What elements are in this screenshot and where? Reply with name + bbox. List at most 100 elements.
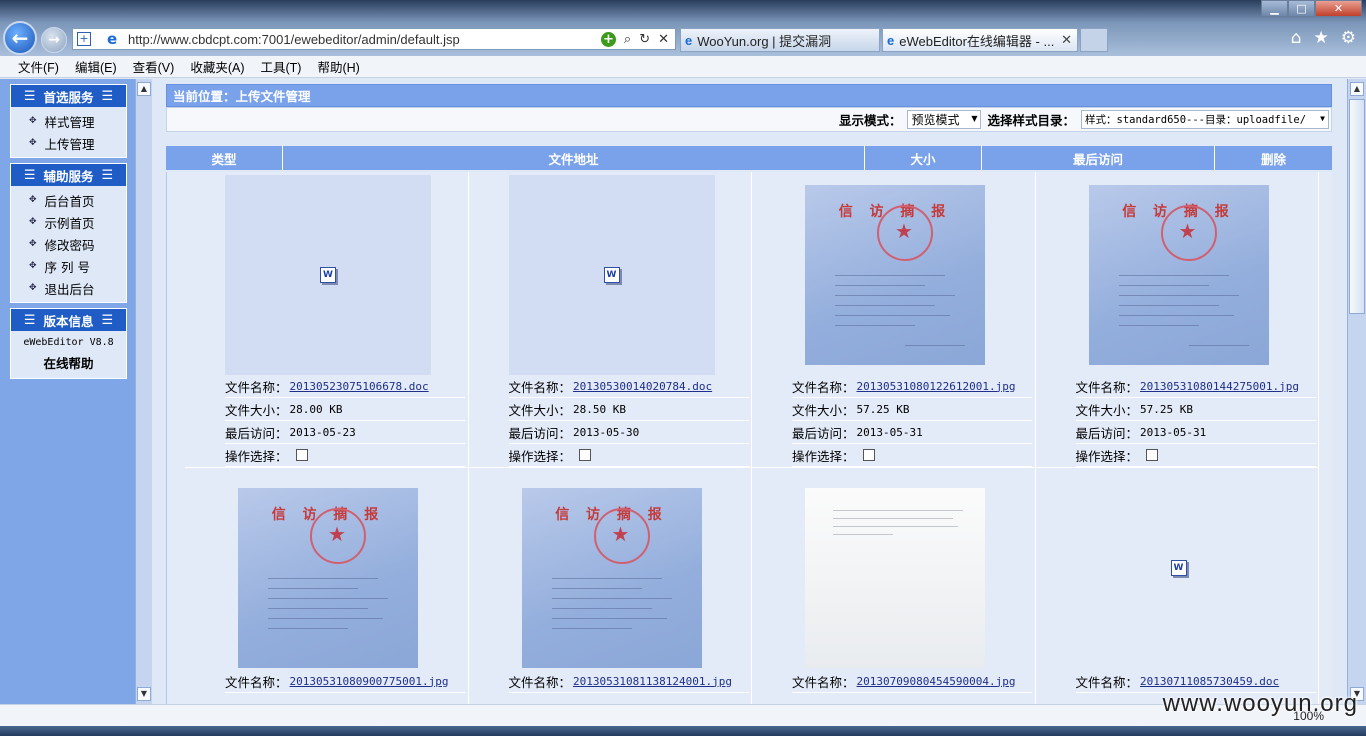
sidebar-item-style-manage[interactable]: ✥ 样式管理: [11, 110, 126, 132]
word-doc-icon: W: [1170, 560, 1187, 576]
scroll-up-arrow-icon[interactable]: ▲: [1350, 82, 1364, 96]
file-size-value: 28.00 KB: [289, 402, 343, 416]
file-name-link[interactable]: 20130523075106678.doc: [290, 380, 429, 393]
file-name-link[interactable]: 20130711085730459.doc: [1140, 675, 1279, 688]
close-window-button[interactable]: ✕: [1315, 0, 1362, 17]
file-size-label: 文件大小：: [225, 402, 288, 418]
sidebar-item-upload-manage[interactable]: ✥ 上传管理: [11, 132, 126, 154]
sidebar-item-admin-home[interactable]: ✥ 后台首页: [11, 189, 126, 211]
page-icon: +: [77, 32, 91, 46]
word-doc-icon: W: [320, 267, 336, 283]
operation-label: 操作选择：: [225, 448, 288, 464]
select-checkbox[interactable]: [862, 449, 875, 461]
file-name-link[interactable]: 20130531080144275001.jpg: [1140, 380, 1299, 393]
select-checkbox[interactable]: [579, 449, 592, 461]
ie-icon: e: [887, 32, 895, 48]
tab-ewebeditor[interactable]: e eWebEditor在线编辑器 - ... ✕: [882, 28, 1078, 52]
menu-favorites[interactable]: 收藏夹(A): [190, 57, 244, 76]
scroll-down-arrow-icon[interactable]: ▼: [137, 687, 151, 701]
file-preview[interactable]: 信 访 摘 报: [1076, 175, 1282, 375]
menu-tools[interactable]: 工具(T): [260, 57, 301, 76]
file-name-link[interactable]: 20130531080900775001.jpg: [290, 675, 449, 688]
file-preview[interactable]: 信 访 摘 报: [509, 478, 715, 678]
menu-file[interactable]: 文件(F): [18, 57, 59, 76]
image-thumbnail: 信 访 摘 报: [521, 488, 702, 668]
menu-header-label: 首选服务: [43, 89, 94, 105]
style-dir-select[interactable]: 样式：standard650---目录：uploadfile/ ▼: [1081, 110, 1329, 129]
left-nav-frame: ☰ 首选服务 ☰ ✥ 样式管理 ✥ 上传管理 ☰ 辅助服务 ☰ ✥ 后台首页 ✥ 示例首…: [0, 79, 152, 704]
back-button[interactable]: ←: [3, 21, 37, 55]
column-size[interactable]: 大小: [865, 146, 982, 170]
display-mode-select[interactable]: 预览模式 ▼: [907, 110, 982, 129]
menu-header-version[interactable]: ☰ 版本信息 ☰: [11, 309, 126, 331]
sidebar-item-serial[interactable]: ✥ 序 列 号: [11, 255, 126, 277]
last-access-value: 2013-05-30: [573, 425, 640, 439]
menu-edit[interactable]: 编辑(E): [75, 57, 117, 76]
bullet-icon: ✥: [29, 217, 37, 227]
forward-button[interactable]: →: [41, 27, 67, 53]
stamp-icon: [593, 508, 650, 564]
close-tab-icon[interactable]: ✕: [1061, 32, 1072, 48]
file-name-label: 文件名称：: [1075, 674, 1139, 690]
sidebar-item-change-password[interactable]: ✥ 修改密码: [11, 233, 126, 255]
file-size-value: 57.25 KB: [1140, 402, 1193, 416]
image-thumbnail: 信 访 摘 报: [805, 185, 985, 365]
column-path[interactable]: 文件地址: [283, 146, 865, 170]
select-checkbox[interactable]: [1146, 449, 1159, 461]
scroll-up-arrow-icon[interactable]: ▲: [137, 82, 151, 96]
favorites-star-icon[interactable]: ★: [1314, 28, 1329, 48]
stamp-icon: [1160, 205, 1217, 261]
browser-menubar: 文件(F) 编辑(E) 查看(V) 收藏夹(A) 工具(T) 帮助(H): [0, 56, 1366, 78]
tab-wooyun[interactable]: e WooYun.org | 提交漏洞: [680, 28, 880, 52]
location-bar: 当前位置：上传文件管理: [166, 84, 1332, 107]
left-frame-scrollbar[interactable]: ▲ ▼: [135, 79, 152, 704]
file-name-link[interactable]: 20130530014020784.doc: [573, 380, 712, 393]
bullet-icon: ✥: [29, 195, 37, 205]
file-preview[interactable]: W: [1075, 468, 1282, 668]
minimize-button[interactable]: ▁: [1261, 0, 1288, 17]
tools-gear-icon[interactable]: ⚙: [1341, 28, 1356, 48]
file-preview[interactable]: [792, 478, 998, 678]
sidebar-item-label: 修改密码: [44, 237, 95, 253]
last-access-label: 最后访问：: [508, 425, 572, 441]
menu-header-preferred[interactable]: ☰ 首选服务 ☰: [11, 85, 126, 107]
online-help-link[interactable]: 在线帮助: [11, 348, 126, 378]
scrollbar-thumb[interactable]: [1349, 99, 1365, 314]
file-preview[interactable]: W: [225, 175, 431, 375]
compatibility-icon[interactable]: +: [600, 31, 616, 47]
image-thumbnail: 信 访 摘 报: [1088, 185, 1269, 365]
select-checkbox[interactable]: [295, 449, 308, 461]
search-icon[interactable]: ⌕: [624, 32, 631, 47]
display-mode-value: 预览模式: [911, 113, 960, 127]
home-icon[interactable]: ⌂: [1291, 28, 1302, 48]
style-dir-value: 样式：standard650---目录：uploadfile/: [1085, 114, 1307, 126]
os-taskbar: [0, 726, 1366, 736]
maximize-button[interactable]: □: [1288, 0, 1315, 17]
file-preview[interactable]: 信 访 摘 报: [225, 478, 431, 678]
bullet-icon: ✥: [29, 283, 37, 293]
column-type[interactable]: 类型: [166, 146, 283, 170]
file-size-label: 文件大小：: [1075, 402, 1139, 418]
sidebar-item-demo-home[interactable]: ✥ 示例首页: [11, 211, 126, 233]
menu-view[interactable]: 查看(V): [133, 57, 175, 76]
menu-help[interactable]: 帮助(H): [317, 57, 359, 76]
refresh-icon[interactable]: ↻: [639, 32, 650, 47]
file-preview[interactable]: 信 访 摘 报: [792, 175, 998, 375]
main-frame-scrollbar[interactable]: ▲ ▼: [1347, 79, 1366, 704]
address-bar[interactable]: + e http://www.cbdcpt.com:7001/ewebedito…: [72, 28, 676, 50]
column-last-access[interactable]: 最后访问: [982, 146, 1215, 170]
sidebar-item-logout[interactable]: ✥ 退出后台: [11, 277, 126, 299]
file-name-link[interactable]: 20130531081138124001.jpg: [573, 675, 732, 688]
address-url[interactable]: http://www.cbdcpt.com:7001/ewebeditor/ad…: [128, 32, 601, 47]
stop-icon[interactable]: ✕: [658, 32, 669, 47]
file-preview[interactable]: W: [508, 175, 715, 375]
tab-label: WooYun.org | 提交漏洞: [697, 33, 832, 49]
column-delete[interactable]: 删除: [1215, 146, 1332, 170]
file-name-link[interactable]: 20130709080454590004.jpg: [857, 675, 1016, 688]
file-card: 文件名称： 20130709080454590004.jpg: [752, 468, 1036, 704]
file-row: 信 访 摘 报 文件名称： 20130531080900775001.jpg: [185, 468, 1319, 704]
menu-bars-icon: ☰: [23, 88, 36, 104]
new-tab-button[interactable]: [1080, 28, 1108, 52]
menu-header-auxiliary[interactable]: ☰ 辅助服务 ☰: [11, 164, 126, 186]
file-name-link[interactable]: 20130531080122612001.jpg: [857, 380, 1016, 393]
